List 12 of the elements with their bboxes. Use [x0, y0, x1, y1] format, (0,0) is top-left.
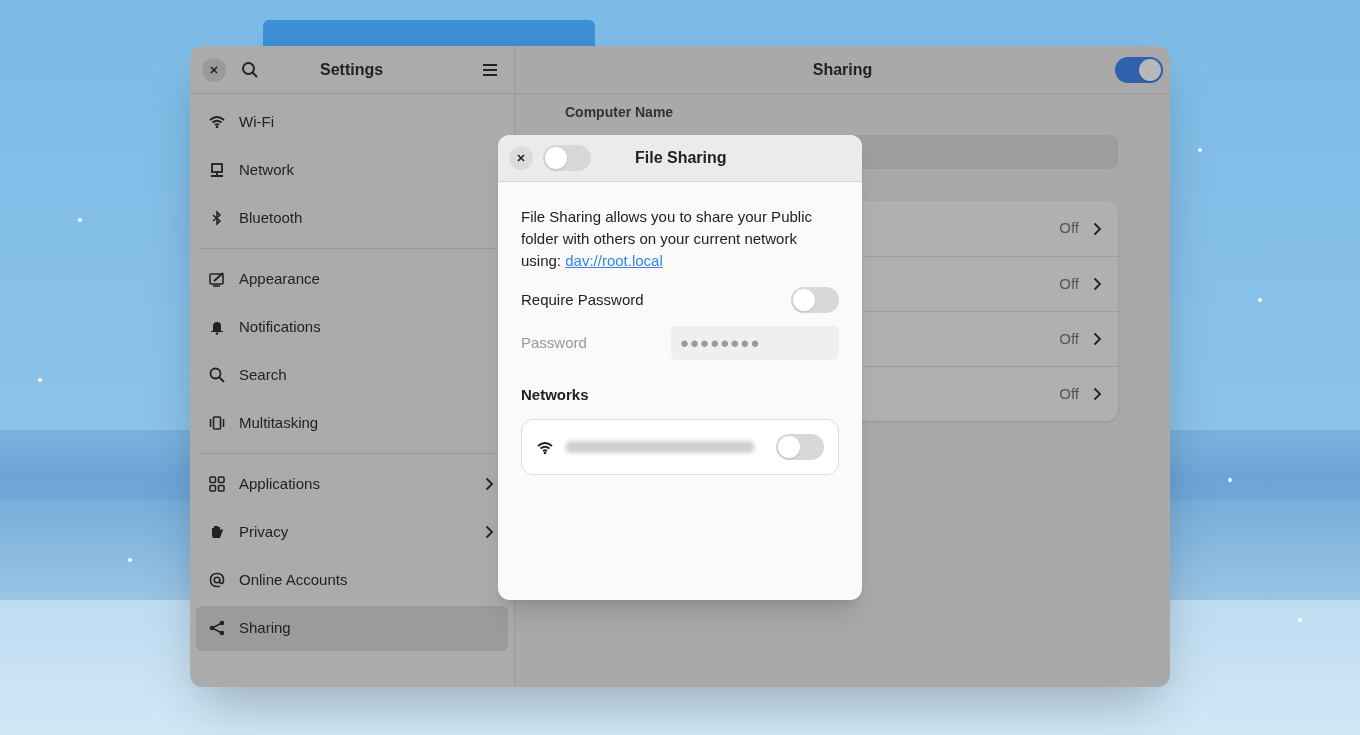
page-title: Sharing — [812, 59, 873, 80]
section-heading: Networks — [521, 385, 590, 405]
sidebar-title: Settings — [320, 59, 384, 80]
status-text: Off — [1059, 383, 1079, 404]
dialog-title: File Sharing — [635, 148, 727, 168]
status-text: Off — [1059, 273, 1079, 294]
status-text: Off — [1059, 218, 1079, 239]
field-label: Computer Name — [565, 103, 675, 122]
password-label: Password — [521, 332, 587, 353]
status-text: Off — [1059, 328, 1079, 349]
description-text: File Sharing allows you to share your Public folder with others on your current network using: dav://root.local — [521, 207, 813, 271]
require-password-label: Require Password — [521, 289, 644, 310]
